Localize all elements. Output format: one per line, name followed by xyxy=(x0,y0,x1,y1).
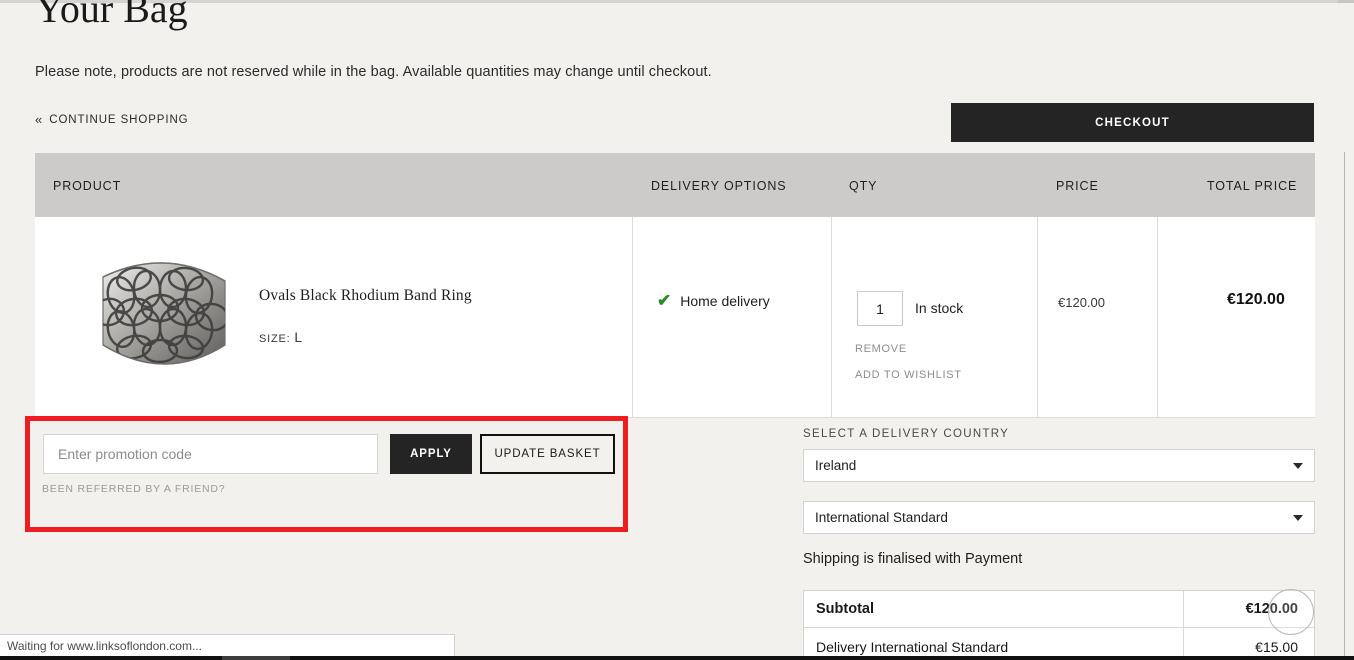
delivery-method-select[interactable]: International Standard xyxy=(803,501,1315,534)
bag-note: Please note, products are not reserved w… xyxy=(35,64,712,80)
scrollbar-divider xyxy=(1344,152,1345,660)
column-header-price: PRICE xyxy=(1056,179,1099,193)
chevron-down-icon xyxy=(1293,515,1303,521)
line-total-price: €120.00 xyxy=(1227,291,1285,308)
product-name[interactable]: Ovals Black Rhodium Band Ring xyxy=(259,287,472,305)
checkout-button[interactable]: CHECKOUT xyxy=(951,103,1314,142)
totals-row-subtotal: Subtotal €120.00 xyxy=(804,591,1314,628)
product-size: SIZE: L xyxy=(259,329,302,345)
column-divider xyxy=(1157,217,1158,418)
delivery-option-label: Home delivery xyxy=(680,292,770,309)
column-header-total: TOTAL PRICE xyxy=(1207,179,1298,193)
quantity-input[interactable] xyxy=(857,291,903,326)
unit-price: €120.00 xyxy=(1058,295,1105,310)
column-header-product: PRODUCT xyxy=(53,179,122,193)
os-taskbar-segment xyxy=(222,656,290,660)
product-image[interactable] xyxy=(73,237,253,397)
page-title: Your Bag xyxy=(35,0,188,31)
browser-chrome-edge xyxy=(0,0,1354,3)
stock-status: In stock xyxy=(915,300,964,316)
os-taskbar xyxy=(0,656,1354,660)
column-header-qty: QTY xyxy=(849,179,878,193)
delivery-option: ✔ Home delivery xyxy=(657,292,770,309)
update-basket-button[interactable]: UPDATE BASKET xyxy=(480,434,615,474)
column-header-delivery: DELIVERY OPTIONS xyxy=(651,179,787,193)
column-divider xyxy=(831,217,832,418)
remove-item-link[interactable]: REMOVE xyxy=(855,343,907,355)
browser-viewport: Your Bag Please note, products are not r… xyxy=(0,0,1354,660)
subtotal-label: Subtotal xyxy=(804,591,1184,627)
column-divider xyxy=(632,217,633,418)
promotion-code-panel: APPLY UPDATE BASKET BEEN REFERRED BY A F… xyxy=(25,416,628,532)
order-totals-table: Subtotal €120.00 Delivery International … xyxy=(803,590,1315,660)
chevron-down-icon xyxy=(1293,463,1303,469)
bag-table: PRODUCT DELIVERY OPTIONS QTY PRICE TOTAL… xyxy=(35,153,1315,418)
apply-promotion-button[interactable]: APPLY xyxy=(390,434,472,474)
delivery-method-value: International Standard xyxy=(815,510,948,525)
bag-table-header: PRODUCT DELIVERY OPTIONS QTY PRICE TOTAL… xyxy=(35,153,1315,217)
promotion-code-input[interactable] xyxy=(43,434,378,474)
subtotal-value: €120.00 xyxy=(1245,601,1298,617)
browser-status-text: Waiting for www.linksoflondon.com... xyxy=(7,638,202,653)
browser-status-bar: Waiting for www.linksoflondon.com... xyxy=(0,634,455,656)
shipping-note: Shipping is finalised with Payment xyxy=(803,551,1023,567)
continue-shopping-label: CONTINUE SHOPPING xyxy=(49,113,189,126)
delivery-country-select[interactable]: Ireland xyxy=(803,449,1315,482)
referred-by-friend-link[interactable]: BEEN REFERRED BY A FRIEND? xyxy=(42,483,225,495)
page-scrollbar[interactable] xyxy=(1338,3,1354,660)
column-divider xyxy=(1037,217,1038,418)
delivery-country-value: Ireland xyxy=(815,458,857,473)
green-check-icon: ✔ xyxy=(657,291,672,310)
delivery-country-label: SELECT A DELIVERY COUNTRY xyxy=(803,428,1010,440)
product-size-label: SIZE: xyxy=(259,333,291,345)
product-size-value: L xyxy=(294,329,303,345)
table-row: Ovals Black Rhodium Band Ring SIZE: L ✔ … xyxy=(35,217,1315,418)
chevron-left-icon: « xyxy=(35,112,43,127)
continue-shopping-link[interactable]: « CONTINUE SHOPPING xyxy=(35,113,189,126)
add-to-wishlist-link[interactable]: ADD TO WISHLIST xyxy=(855,369,962,381)
